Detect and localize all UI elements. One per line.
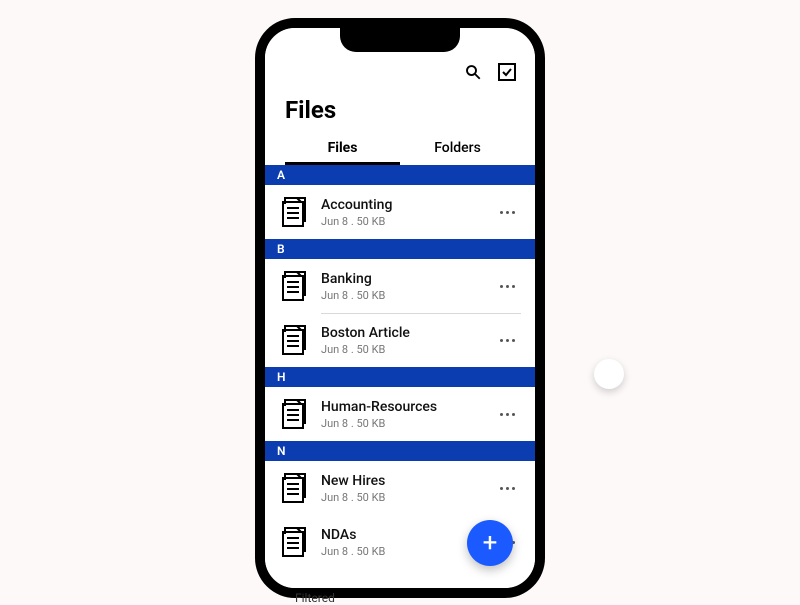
- file-icon: [279, 195, 309, 229]
- more-icon[interactable]: [494, 407, 521, 422]
- tabs: Files Folders: [265, 132, 535, 165]
- file-text: Banking Jun 8 . 50 KB: [321, 271, 482, 302]
- tab-files[interactable]: Files: [285, 132, 400, 165]
- file-name: New Hires: [321, 473, 482, 489]
- file-name: NDAs: [321, 527, 482, 543]
- section-header-n: N: [265, 441, 535, 461]
- select-mode-icon[interactable]: [497, 62, 517, 82]
- more-icon[interactable]: [494, 333, 521, 348]
- file-text: Human-Resources Jun 8 . 50 KB: [321, 399, 482, 430]
- more-icon[interactable]: [494, 205, 521, 220]
- file-text: Accounting Jun 8 . 50 KB: [321, 197, 482, 228]
- file-icon: [279, 323, 309, 357]
- file-name: Accounting: [321, 197, 482, 213]
- section-header-a: A: [265, 165, 535, 185]
- file-text: New Hires Jun 8 . 50 KB: [321, 473, 482, 504]
- add-fab[interactable]: +: [467, 520, 513, 566]
- file-meta: Jun 8 . 50 KB: [321, 343, 482, 356]
- phone-frame: Files Files Folders A Accounting Jun 8 .…: [255, 18, 545, 598]
- below-caption: Filtered: [295, 591, 335, 605]
- section-header-h: H: [265, 367, 535, 387]
- file-row-banking[interactable]: Banking Jun 8 . 50 KB: [265, 259, 535, 313]
- file-meta: Jun 8 . 50 KB: [321, 289, 482, 302]
- file-icon: [279, 471, 309, 505]
- file-row-human-resources[interactable]: Human-Resources Jun 8 . 50 KB: [265, 387, 535, 441]
- file-text: NDAs Jun 8 . 50 KB: [321, 527, 482, 558]
- file-meta: Jun 8 . 50 KB: [321, 215, 482, 228]
- app-screen: Files Files Folders A Accounting Jun 8 .…: [265, 28, 535, 588]
- more-icon[interactable]: [494, 279, 521, 294]
- file-name: Banking: [321, 271, 482, 287]
- phone-notch: [340, 26, 460, 52]
- file-text: Boston Article Jun 8 . 50 KB: [321, 325, 482, 356]
- search-icon[interactable]: [463, 62, 483, 82]
- file-row-accounting[interactable]: Accounting Jun 8 . 50 KB: [265, 185, 535, 239]
- file-icon: [279, 525, 309, 559]
- file-row-new-hires[interactable]: New Hires Jun 8 . 50 KB: [265, 461, 535, 515]
- file-row-boston-article[interactable]: Boston Article Jun 8 . 50 KB: [265, 313, 535, 367]
- more-icon[interactable]: [494, 481, 521, 496]
- floating-indicator: [594, 359, 624, 389]
- file-name: Human-Resources: [321, 399, 482, 415]
- file-icon: [279, 397, 309, 431]
- file-meta: Jun 8 . 50 KB: [321, 545, 482, 558]
- section-header-b: B: [265, 239, 535, 259]
- page-title: Files: [265, 86, 535, 132]
- file-icon: [279, 269, 309, 303]
- file-name: Boston Article: [321, 325, 482, 341]
- file-meta: Jun 8 . 50 KB: [321, 491, 482, 504]
- file-meta: Jun 8 . 50 KB: [321, 417, 482, 430]
- tab-folders[interactable]: Folders: [400, 132, 515, 165]
